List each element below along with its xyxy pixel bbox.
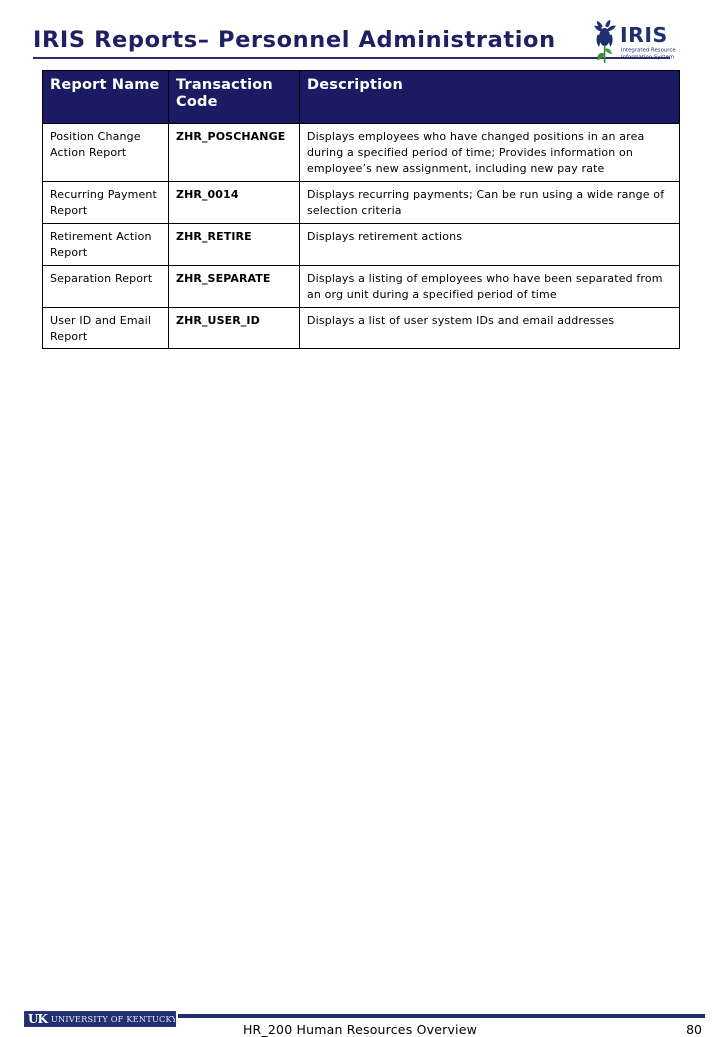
cell-transaction-code: ZHR_POSCHANGE bbox=[168, 123, 300, 182]
footer-course-title: HR_200 Human Resources Overview bbox=[242, 1022, 478, 1037]
cell-description: Displays a list of user system IDs and e… bbox=[299, 306, 680, 350]
iris-logo: IRIS Integrated Resource Information Sys… bbox=[587, 18, 685, 66]
footer-accent-rule bbox=[178, 1014, 705, 1018]
cell-description: Displays employees who have changed posi… bbox=[299, 123, 680, 182]
column-header-transaction-code: Transaction Code bbox=[168, 70, 300, 124]
table-row: Position Change Action Report ZHR_POSCHA… bbox=[42, 123, 680, 182]
page-title: IRIS Reports– Personnel Administration bbox=[33, 27, 556, 53]
cell-description: Displays recurring payments; Can be run … bbox=[299, 180, 680, 224]
table-header-row: Report Name Transaction Code Description bbox=[42, 70, 680, 124]
svg-text:IRIS: IRIS bbox=[620, 23, 668, 47]
iris-flower-icon: IRIS Integrated Resource Information Sys… bbox=[594, 19, 676, 63]
table-body: Position Change Action Report ZHR_POSCHA… bbox=[42, 123, 680, 350]
cell-transaction-code: ZHR_USER_ID bbox=[168, 306, 300, 350]
cell-report-name: Retirement Action Report bbox=[42, 222, 169, 266]
table-row: User ID and Email Report ZHR_USER_ID Dis… bbox=[42, 306, 680, 350]
page-number: 80 bbox=[686, 1022, 702, 1037]
cell-transaction-code: ZHR_SEPARATE bbox=[168, 264, 300, 308]
slide-title-block: IRIS Reports– Personnel Administration bbox=[33, 27, 673, 59]
table-row: Retirement Action Report ZHR_RETIRE Disp… bbox=[42, 222, 680, 266]
cell-description: Displays a listing of employees who have… bbox=[299, 264, 680, 308]
cell-transaction-code: ZHR_0014 bbox=[168, 180, 300, 224]
table-row: Separation Report ZHR_SEPARATE Displays … bbox=[42, 264, 680, 308]
cell-report-name: Recurring Payment Report bbox=[42, 180, 169, 224]
table-header: Report Name Transaction Code Description bbox=[42, 70, 680, 124]
svg-text:Integrated Resource: Integrated Resource bbox=[621, 48, 676, 54]
column-header-report-name: Report Name bbox=[42, 70, 169, 124]
cell-transaction-code: ZHR_RETIRE bbox=[168, 222, 300, 266]
table-row: Recurring Payment Report ZHR_0014 Displa… bbox=[42, 180, 680, 224]
column-header-description: Description bbox=[299, 70, 680, 124]
iris-reports-table: Report Name Transaction Code Description… bbox=[42, 70, 680, 350]
cell-report-name: User ID and Email Report bbox=[42, 306, 169, 350]
cell-report-name: Separation Report bbox=[42, 264, 169, 308]
cell-report-name: Position Change Action Report bbox=[42, 123, 169, 182]
svg-text:Information System: Information System bbox=[621, 55, 674, 61]
title-underline-rule bbox=[33, 56, 670, 59]
cell-description: Displays retirement actions bbox=[299, 222, 680, 266]
slide-footer: UK UNIVERSITY OF KENTUCKY HR_200 Human R… bbox=[0, 503, 720, 1037]
